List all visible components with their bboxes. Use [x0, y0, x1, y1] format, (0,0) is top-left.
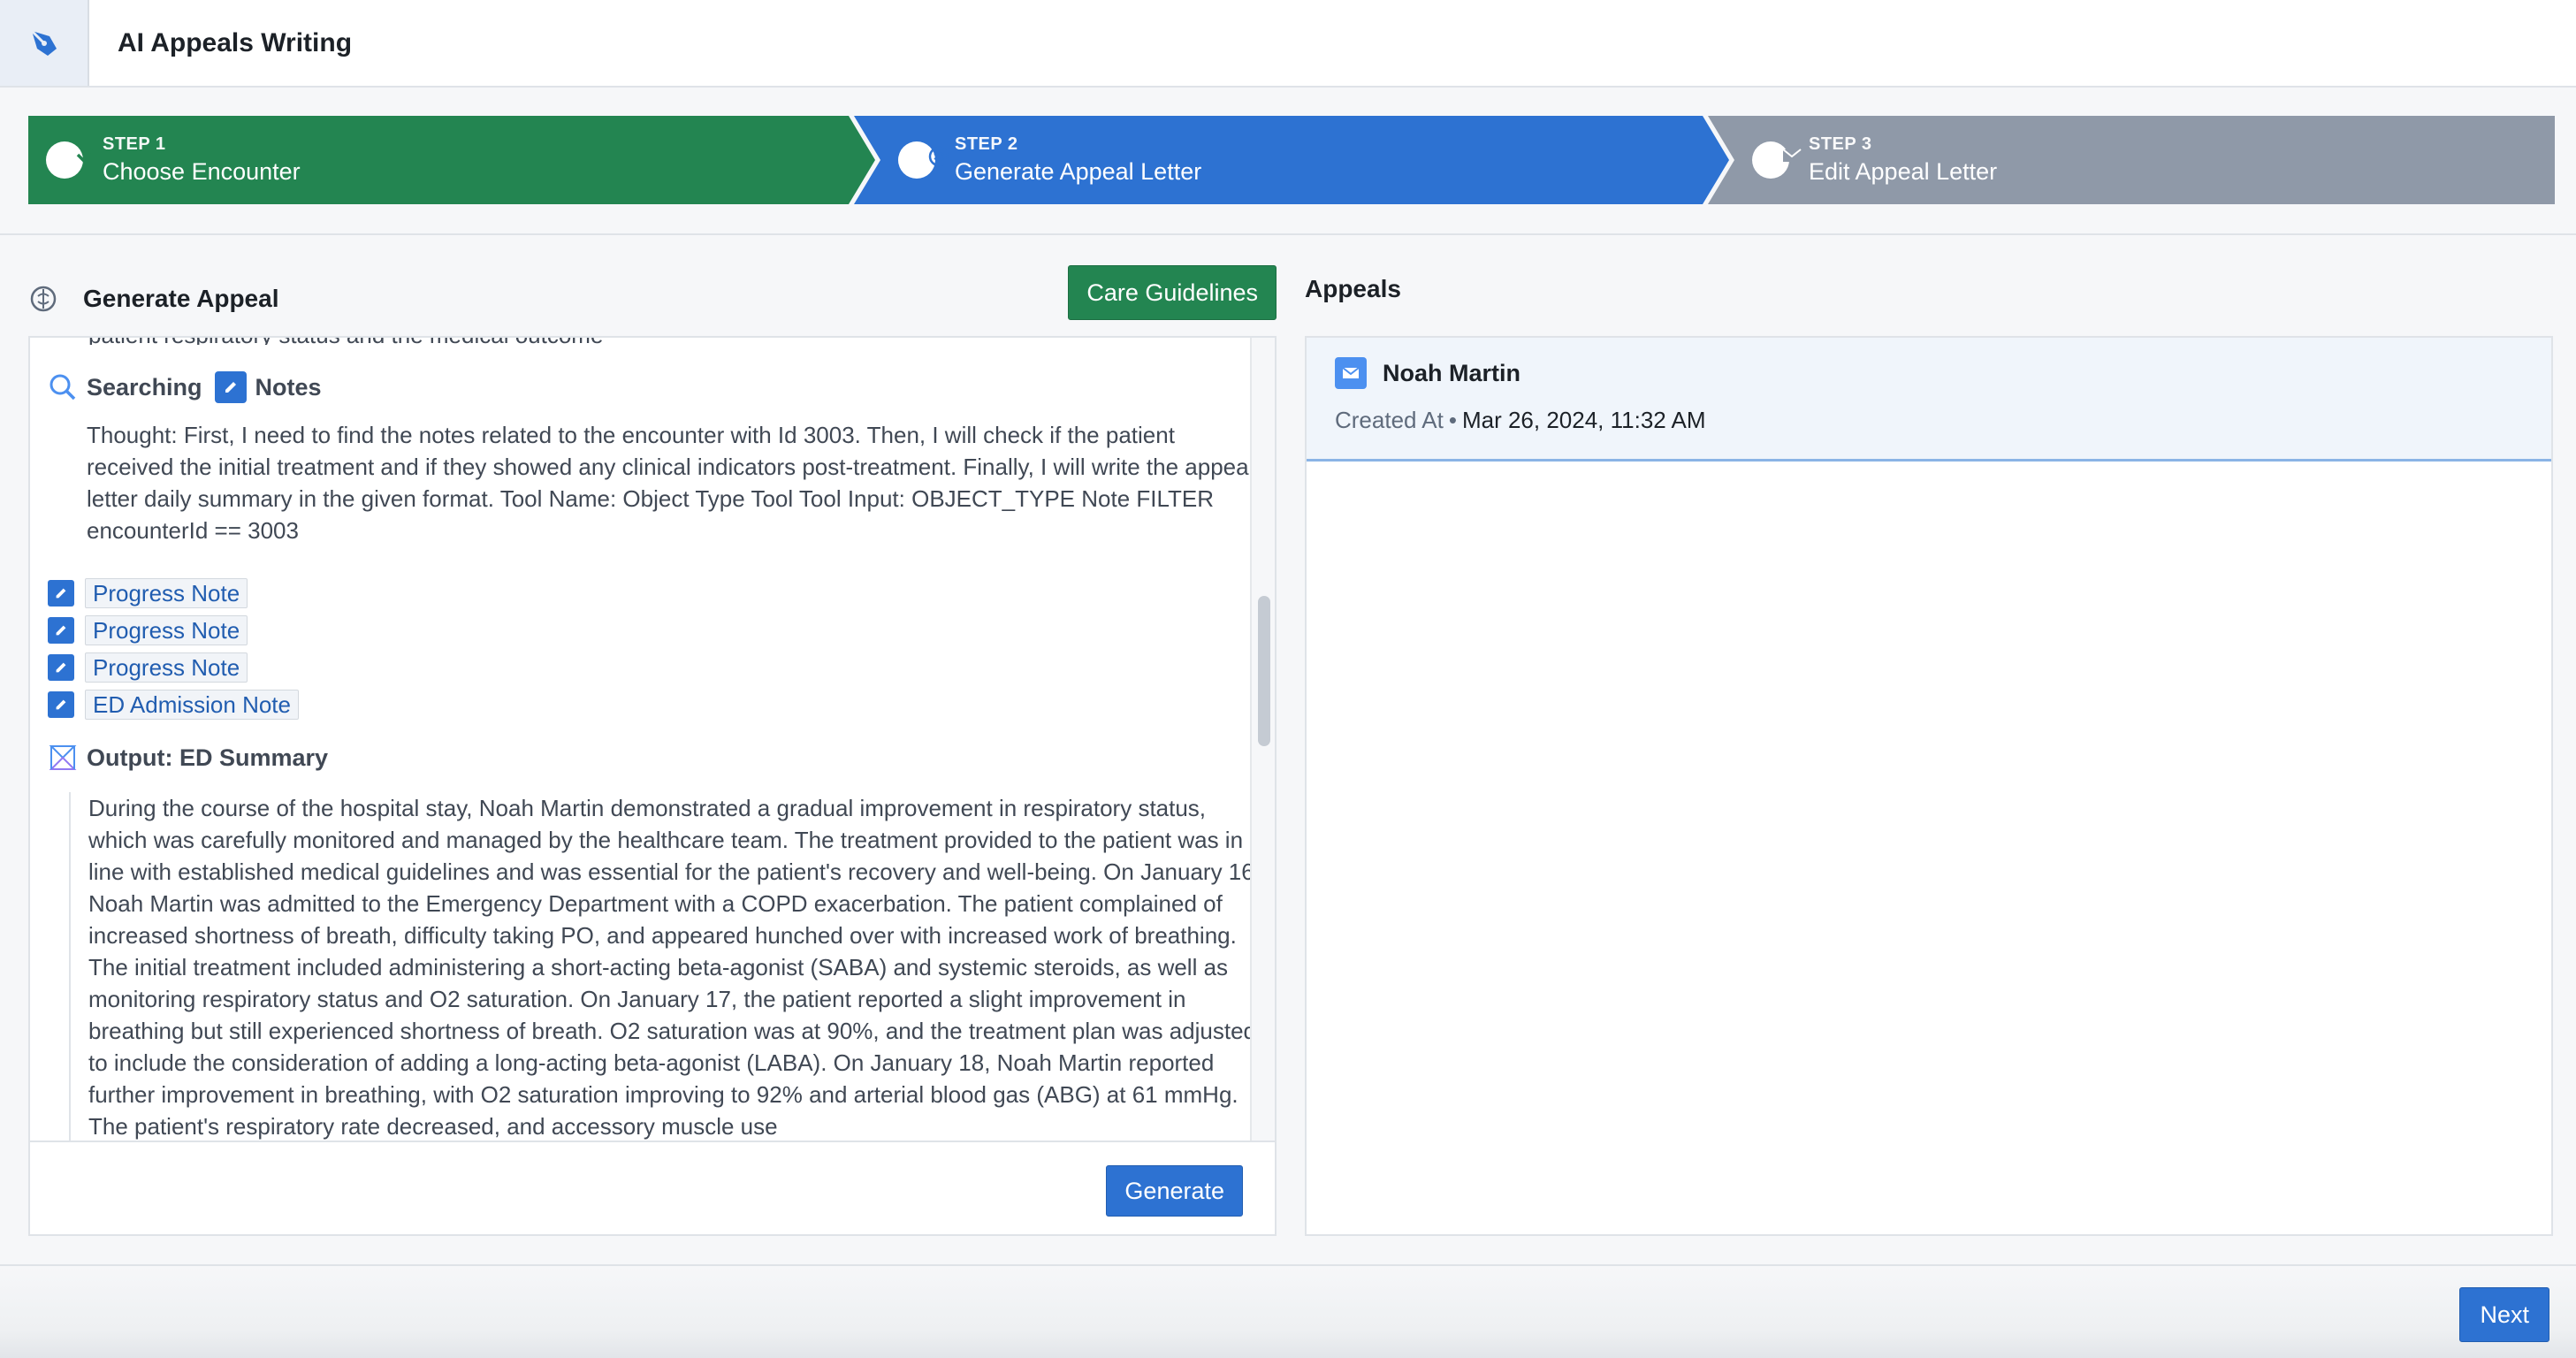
created-date: Mar 26, 2024, 11:32 AM	[1461, 407, 1706, 433]
bottom-bar: Next	[0, 1264, 2576, 1358]
output-label: Output: ED Summary	[87, 744, 329, 771]
appeals-panel: Noah Martin Created At • Mar 26, 2024, 11:…	[1305, 336, 2553, 1236]
step-3[interactable]: STEP 3 Edit Appeal Letter	[1752, 116, 1997, 204]
step-1-label: Choose Encounter	[103, 158, 301, 185]
search-icon	[50, 374, 76, 401]
note-link[interactable]: Progress Note	[85, 652, 248, 683]
note-icon	[48, 580, 74, 607]
app-header: AI Appeals Writing	[0, 0, 2576, 88]
searching-row: Searching Notes	[48, 370, 322, 405]
note-link[interactable]: Progress Note	[85, 578, 248, 608]
appeal-card[interactable]: Noah Martin Created At • Mar 26, 2024, 11:…	[1307, 338, 2551, 462]
searching-label: Searching	[87, 373, 202, 401]
note-item-progress-2[interactable]: Progress Note	[48, 612, 299, 649]
app-title: AI Appeals Writing	[118, 27, 353, 57]
generate-appeal-panel: patient respiratory status and the medic…	[28, 336, 1277, 1236]
generate-button[interactable]: Generate	[1106, 1165, 1243, 1217]
generate-footer: Generate	[30, 1141, 1275, 1234]
scrollbar-thumb[interactable]	[1258, 596, 1270, 746]
step-1[interactable]: STEP 1 Choose Encounter	[46, 116, 301, 204]
envelope-icon	[1335, 357, 1367, 389]
appeal-name-row: Noah Martin	[1335, 357, 1520, 389]
note-icon	[48, 691, 74, 718]
truncated-text: patient respiratory status and the medic…	[88, 338, 725, 345]
note-item-progress-3[interactable]: Progress Note	[48, 649, 299, 686]
app-logo[interactable]	[0, 0, 89, 86]
check-icon	[46, 141, 94, 179]
appeal-patient-name: Noah Martin	[1383, 359, 1521, 386]
agent-thought-text: Thought: First, I need to find the notes…	[87, 422, 1252, 544]
note-list: Progress Note Progress Note Progress Not…	[48, 575, 299, 723]
created-label: Created At	[1335, 407, 1444, 433]
stepper: STEP 1 Choose Encounter STEP 2 Generate …	[0, 88, 2576, 235]
note-icon	[48, 617, 74, 644]
step-3-number: STEP 3	[1809, 134, 1872, 154]
note-icon	[48, 654, 74, 681]
note-link[interactable]: Progress Note	[85, 615, 248, 645]
note-item-progress-1[interactable]: Progress Note	[48, 575, 299, 612]
generate-appeal-title: Generate Appeal	[83, 285, 279, 312]
brain-icon	[898, 141, 949, 179]
output-summary-text: During the course of the hospital stay, …	[69, 792, 1252, 1141]
note-item-ed-admission[interactable]: ED Admission Note	[48, 686, 299, 723]
agent-log-scroll-area[interactable]: patient respiratory status and the medic…	[30, 338, 1252, 1141]
searching-target: Notes	[255, 373, 322, 401]
scrollbar[interactable]	[1250, 338, 1275, 1141]
step-2[interactable]: STEP 2 Generate Appeal Letter	[898, 116, 1201, 204]
next-button[interactable]: Next	[2459, 1287, 2549, 1342]
note-link[interactable]: ED Admission Note	[85, 690, 299, 720]
step-2-number: STEP 2	[955, 134, 1018, 154]
generate-appeal-header: Generate Appeal Care Guidelines	[28, 262, 1277, 336]
appeals-title: Appeals	[1305, 275, 1401, 302]
appeal-created-row: Created At • Mar 26, 2024, 11:32 AM	[1335, 407, 1706, 433]
envelope-icon	[1752, 141, 1802, 179]
step-3-label: Edit Appeal Letter	[1809, 158, 1998, 185]
care-guidelines-button[interactable]: Care Guidelines	[1068, 265, 1277, 320]
hourglass-icon	[49, 745, 77, 770]
stepper-shapes	[28, 116, 2555, 204]
pen-nib-icon	[30, 29, 57, 56]
step-2-label: Generate Appeal Letter	[955, 158, 1202, 185]
note-icon	[214, 371, 247, 403]
brain-icon	[30, 286, 57, 312]
output-row: Output: ED Summary	[48, 739, 328, 776]
step-1-number: STEP 1	[103, 134, 166, 154]
